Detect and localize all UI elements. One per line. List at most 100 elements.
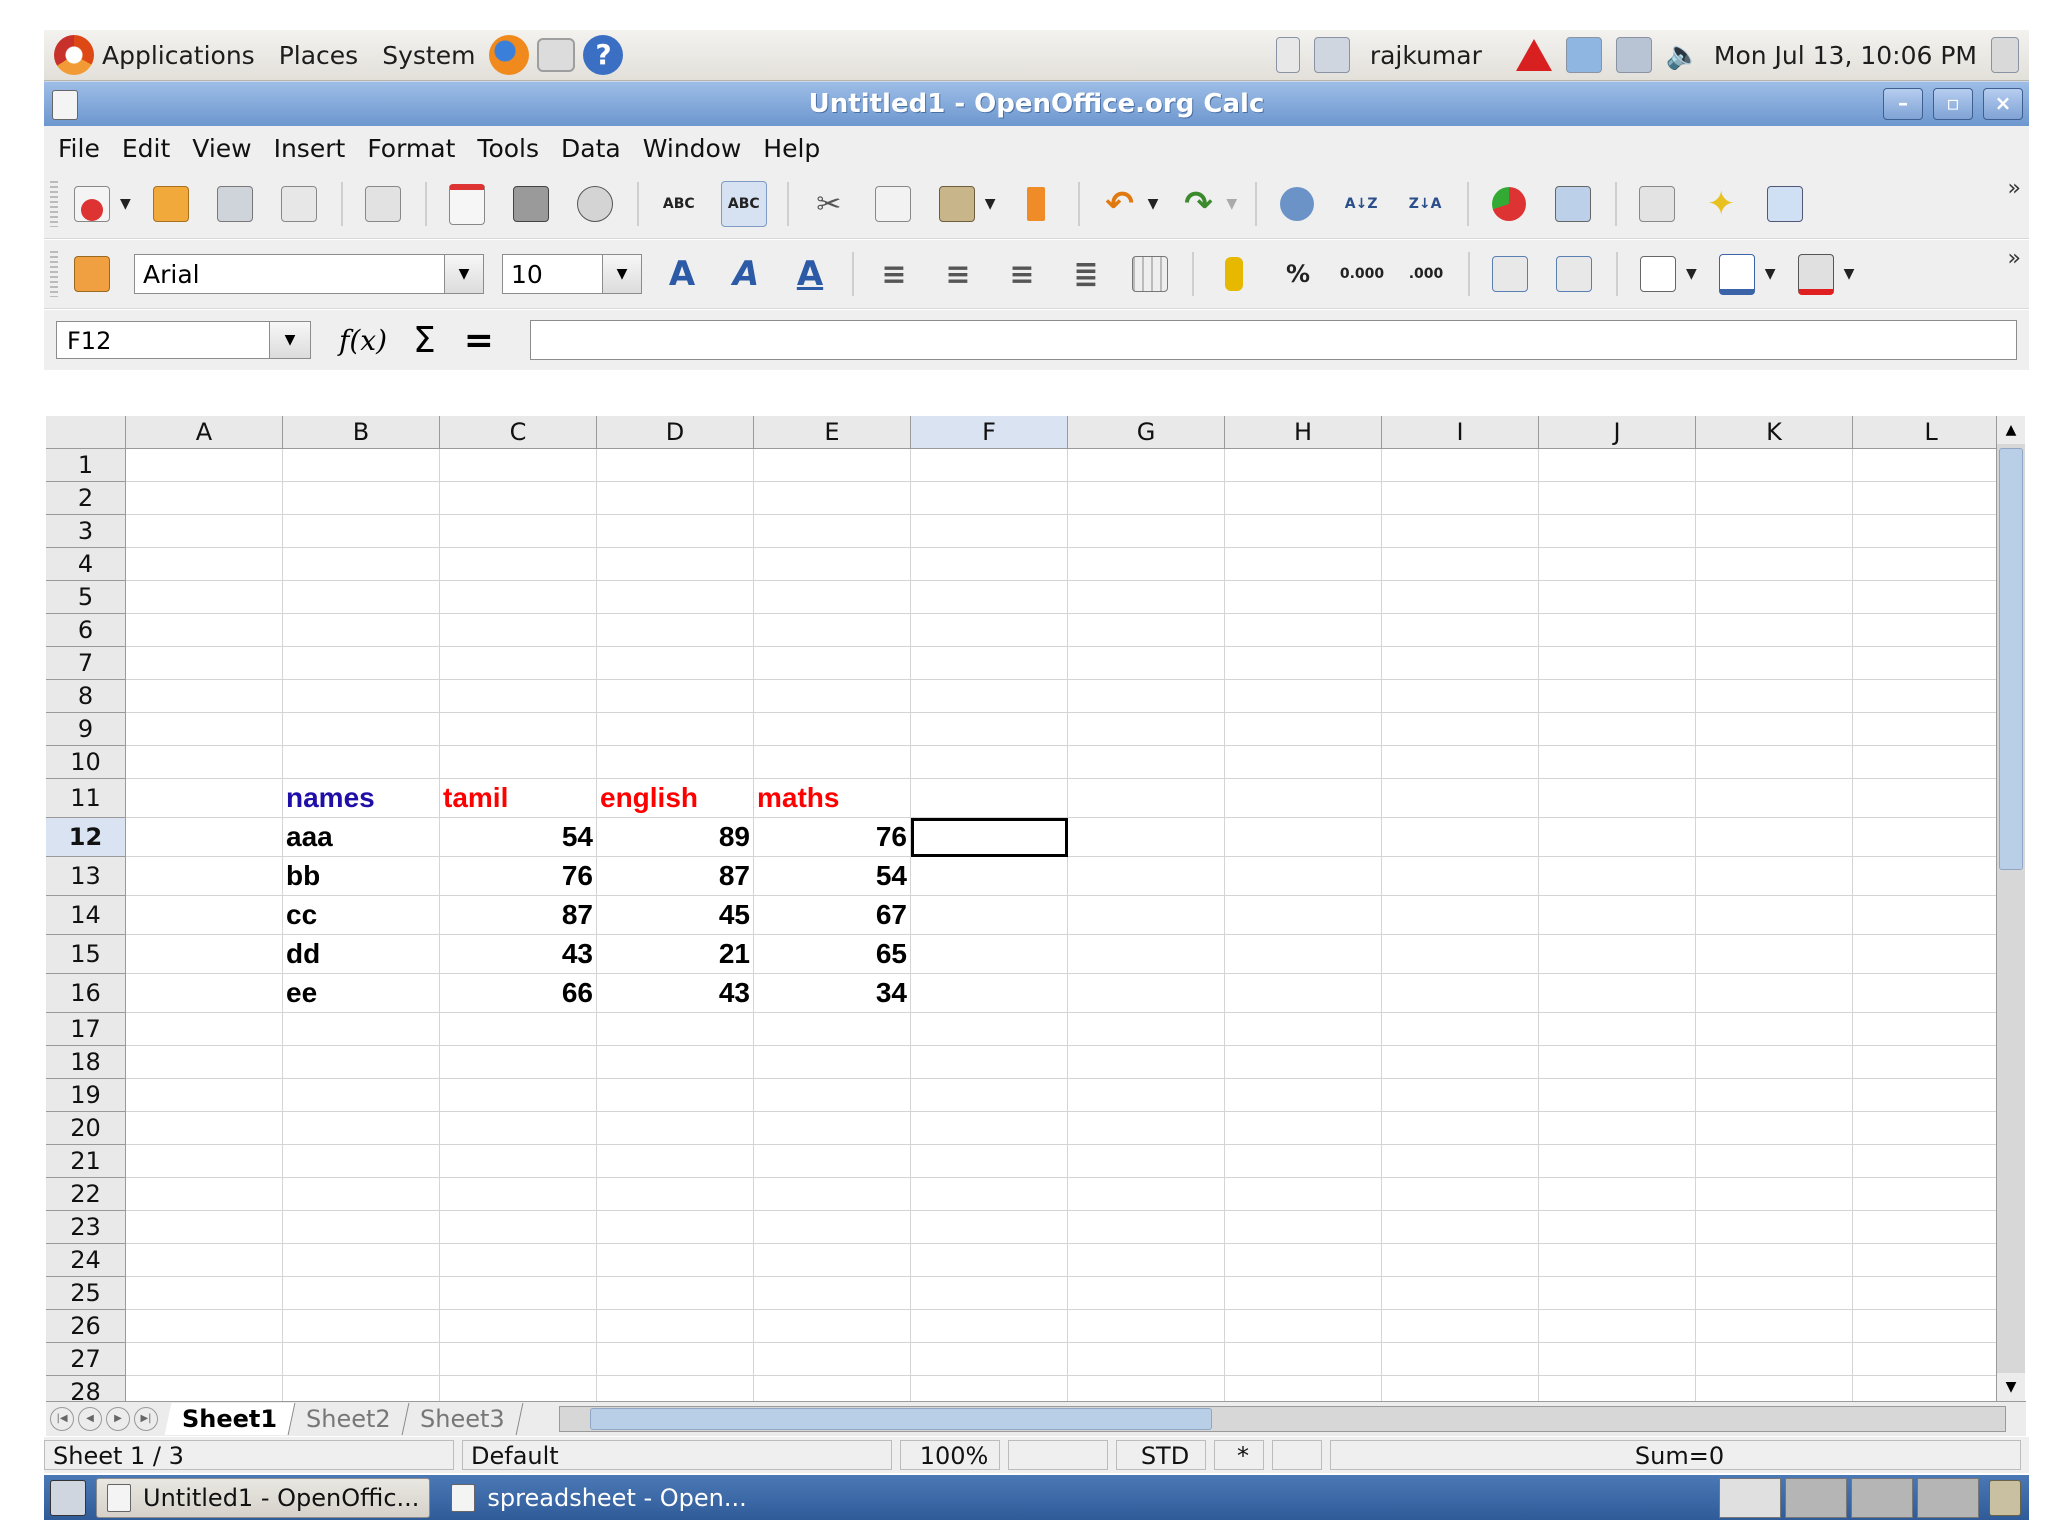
- cell-j18[interactable]: [1539, 1046, 1696, 1079]
- menu-insert[interactable]: Insert: [274, 134, 346, 163]
- cell-f6[interactable]: [911, 614, 1068, 647]
- cell-c2[interactable]: [440, 482, 597, 515]
- cell-b13[interactable]: bb: [283, 857, 440, 896]
- tab-sheet3[interactable]: Sheet3: [402, 1403, 523, 1435]
- cell-j14[interactable]: [1539, 896, 1696, 935]
- row-header-17[interactable]: 17: [46, 1013, 126, 1046]
- cell-c8[interactable]: [440, 680, 597, 713]
- network-icon[interactable]: [1615, 37, 1652, 73]
- column-header-e[interactable]: E: [754, 416, 911, 449]
- underline-icon[interactable]: A: [788, 252, 832, 296]
- cell-g4[interactable]: [1068, 548, 1225, 581]
- cell-g23[interactable]: [1068, 1211, 1225, 1244]
- cell-g18[interactable]: [1068, 1046, 1225, 1079]
- cell-h3[interactable]: [1225, 515, 1382, 548]
- cell-f27[interactable]: [911, 1343, 1068, 1376]
- cell-i18[interactable]: [1382, 1046, 1539, 1079]
- cell-h25[interactable]: [1225, 1277, 1382, 1310]
- clone-formatting-icon[interactable]: [1014, 182, 1058, 226]
- print-preview-icon[interactable]: [573, 182, 617, 226]
- window-title-bar[interactable]: Untitled1 - OpenOffice.org Calc – ▫ ×: [44, 81, 2029, 126]
- cell-k17[interactable]: [1696, 1013, 1853, 1046]
- font-name-combo[interactable]: Arial ▼: [134, 254, 484, 294]
- gallery-icon[interactable]: [1763, 182, 1807, 226]
- styles-formatting-icon[interactable]: [70, 252, 114, 296]
- cell-a10[interactable]: [126, 746, 283, 779]
- cut-icon[interactable]: ✂: [807, 182, 851, 226]
- cell-l28[interactable]: [1853, 1376, 1996, 1401]
- cell-i13[interactable]: [1382, 857, 1539, 896]
- cell-h28[interactable]: [1225, 1376, 1382, 1401]
- last-sheet-icon[interactable]: ▶|: [134, 1407, 158, 1431]
- cell-k24[interactable]: [1696, 1244, 1853, 1277]
- borders-dropdown-arrow[interactable]: ▼: [1686, 266, 1697, 282]
- cell-f28[interactable]: [911, 1376, 1068, 1401]
- cell-h18[interactable]: [1225, 1046, 1382, 1079]
- row-header-2[interactable]: 2: [46, 482, 126, 515]
- cell-j24[interactable]: [1539, 1244, 1696, 1277]
- cell-g3[interactable]: [1068, 515, 1225, 548]
- cell-k15[interactable]: [1696, 935, 1853, 974]
- cell-e2[interactable]: [754, 482, 911, 515]
- cell-f12[interactable]: [911, 818, 1068, 857]
- volume-icon[interactable]: 🔈: [1666, 40, 1701, 70]
- cell-d23[interactable]: [597, 1211, 754, 1244]
- cell-d20[interactable]: [597, 1112, 754, 1145]
- cell-h11[interactable]: [1225, 779, 1382, 818]
- cell-e4[interactable]: [754, 548, 911, 581]
- cell-f21[interactable]: [911, 1145, 1068, 1178]
- cell-a27[interactable]: [126, 1343, 283, 1376]
- vertical-scrollbar[interactable]: ▲ ▼: [1996, 416, 2025, 1401]
- warning-icon[interactable]: [1515, 39, 1552, 71]
- menu-file[interactable]: File: [58, 134, 100, 163]
- cell-j3[interactable]: [1539, 515, 1696, 548]
- cell-h12[interactable]: [1225, 818, 1382, 857]
- cell-d26[interactable]: [597, 1310, 754, 1343]
- currency-format-icon[interactable]: [1212, 252, 1256, 296]
- paste-dropdown-arrow[interactable]: ▼: [985, 196, 996, 212]
- status-selection-mode[interactable]: STD: [1116, 1440, 1206, 1470]
- cell-a28[interactable]: [126, 1376, 283, 1401]
- cell-d13[interactable]: 87: [597, 857, 754, 896]
- cell-k23[interactable]: [1696, 1211, 1853, 1244]
- column-header-f[interactable]: F: [911, 416, 1068, 449]
- cell-c7[interactable]: [440, 647, 597, 680]
- cell-i3[interactable]: [1382, 515, 1539, 548]
- cell-a1[interactable]: [126, 449, 283, 482]
- cell-k11[interactable]: [1696, 779, 1853, 818]
- cell-f16[interactable]: [911, 974, 1068, 1013]
- toolbar-overflow-icon[interactable]: »: [2008, 176, 2021, 201]
- cell-g17[interactable]: [1068, 1013, 1225, 1046]
- cell-c1[interactable]: [440, 449, 597, 482]
- cell-b2[interactable]: [283, 482, 440, 515]
- cell-h5[interactable]: [1225, 581, 1382, 614]
- cell-i9[interactable]: [1382, 713, 1539, 746]
- remove-decimal-icon[interactable]: .000: [1404, 252, 1448, 296]
- cell-l17[interactable]: [1853, 1013, 1996, 1046]
- cell-f19[interactable]: [911, 1079, 1068, 1112]
- new-document-icon[interactable]: [70, 182, 114, 226]
- cell-k14[interactable]: [1696, 896, 1853, 935]
- cell-j11[interactable]: [1539, 779, 1696, 818]
- row-header-6[interactable]: 6: [46, 614, 126, 647]
- cell-b7[interactable]: [283, 647, 440, 680]
- cell-f25[interactable]: [911, 1277, 1068, 1310]
- cell-g16[interactable]: [1068, 974, 1225, 1013]
- cell-e14[interactable]: 67: [754, 896, 911, 935]
- cell-i17[interactable]: [1382, 1013, 1539, 1046]
- cell-k19[interactable]: [1696, 1079, 1853, 1112]
- cell-g19[interactable]: [1068, 1079, 1225, 1112]
- cell-g24[interactable]: [1068, 1244, 1225, 1277]
- menu-tools[interactable]: Tools: [477, 134, 539, 163]
- row-header-10[interactable]: 10: [46, 746, 126, 779]
- cell-l22[interactable]: [1853, 1178, 1996, 1211]
- cell-b18[interactable]: [283, 1046, 440, 1079]
- cell-b6[interactable]: [283, 614, 440, 647]
- row-header-26[interactable]: 26: [46, 1310, 126, 1343]
- workspace-1[interactable]: [1719, 1477, 1781, 1518]
- insert-chart-icon[interactable]: [1487, 182, 1531, 226]
- cell-l4[interactable]: [1853, 548, 1996, 581]
- cell-i11[interactable]: [1382, 779, 1539, 818]
- cell-l7[interactable]: [1853, 647, 1996, 680]
- cell-a14[interactable]: [126, 896, 283, 935]
